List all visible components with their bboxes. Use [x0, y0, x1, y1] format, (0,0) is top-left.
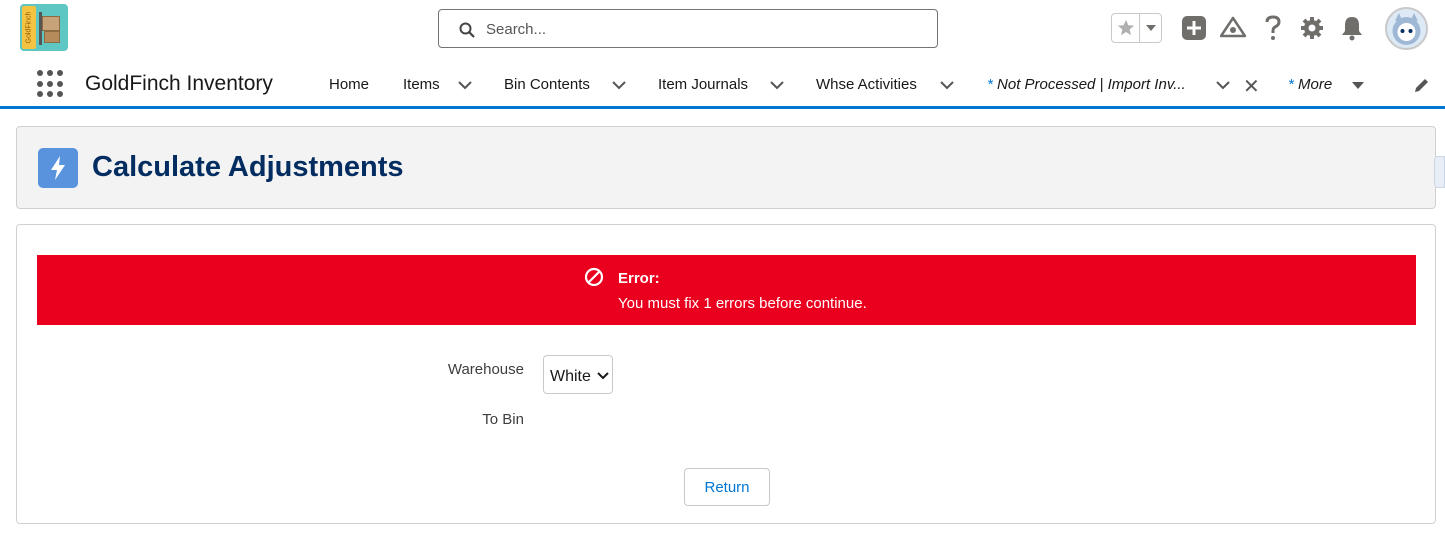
error-banner: Error: You must fix 1 errors before cont…	[37, 255, 1416, 325]
error-message: You must fix 1 errors before continue.	[618, 295, 867, 312]
warehouse-selected-value: White	[550, 368, 591, 385]
prohibited-error-icon	[584, 267, 604, 287]
chevron-down-icon	[597, 372, 609, 380]
astro-avatar-icon	[1392, 13, 1421, 45]
notifications-bell-icon[interactable]	[1338, 14, 1366, 42]
lightning-icon	[38, 148, 78, 188]
app-launcher-icon[interactable]	[37, 70, 65, 98]
warehouse-label: Warehouse	[447, 361, 524, 378]
nav-item-item-journals[interactable]: Item Journals	[658, 76, 748, 93]
setup-gear-icon[interactable]	[1298, 14, 1326, 42]
nav-item-whse-activities[interactable]: Whse Activities	[816, 76, 917, 93]
help-icon[interactable]	[1259, 14, 1287, 42]
more-marker: *	[1288, 76, 1294, 93]
more-dropdown-icon[interactable]	[1350, 78, 1366, 92]
trailhead-guidance-icon[interactable]	[1219, 14, 1247, 42]
app-name: GoldFinch Inventory	[85, 72, 273, 95]
nav-item-more[interactable]: * More	[1288, 76, 1332, 93]
logo-label: GoldFinch	[25, 11, 33, 44]
page-title: Calculate Adjustments	[92, 151, 404, 183]
edit-nav-pencil-icon[interactable]	[1413, 76, 1431, 94]
unsaved-marker: *	[987, 76, 993, 93]
nav-tab-not-processed[interactable]: * Not Processed | Import Inv...	[987, 76, 1186, 93]
global-header: GoldFinch	[0, 0, 1445, 58]
page-header: Calculate Adjustments	[16, 126, 1436, 209]
tab-label: Not Processed | Import Inv...	[997, 76, 1186, 93]
nav-item-home[interactable]: Home	[329, 76, 369, 93]
favorite-star-icon[interactable]	[1112, 14, 1140, 42]
more-label: More	[1298, 76, 1333, 93]
global-add-icon[interactable]	[1180, 14, 1208, 42]
close-tab-icon[interactable]: ✕	[1243, 74, 1260, 99]
items-chevron-down-icon[interactable]	[457, 78, 473, 92]
goldfinch-logo[interactable]: GoldFinch	[20, 4, 68, 51]
bin-contents-chevron-down-icon[interactable]	[611, 78, 627, 92]
side-panel-toggle[interactable]	[1434, 156, 1445, 188]
return-button[interactable]: Return	[684, 468, 770, 506]
search-icon	[459, 22, 475, 38]
user-avatar[interactable]	[1385, 7, 1428, 50]
global-search[interactable]	[438, 9, 938, 48]
search-input[interactable]	[486, 18, 906, 40]
item-journals-chevron-down-icon[interactable]	[769, 78, 785, 92]
error-title: Error:	[618, 270, 660, 287]
main-card: Error: You must fix 1 errors before cont…	[16, 224, 1436, 524]
favorites-dropdown-icon[interactable]	[1140, 14, 1161, 42]
nav-item-bin-contents[interactable]: Bin Contents	[504, 76, 590, 93]
whse-activities-chevron-down-icon[interactable]	[939, 78, 955, 92]
open-tab-chevron-down-icon[interactable]	[1215, 78, 1231, 92]
nav-item-items[interactable]: Items	[403, 76, 440, 93]
app-navigation: GoldFinch Inventory Home Items Bin Conte…	[0, 58, 1445, 109]
to-bin-label: To Bin	[482, 411, 524, 428]
warehouse-select[interactable]: White	[543, 355, 613, 394]
favorites-control[interactable]	[1111, 13, 1162, 43]
